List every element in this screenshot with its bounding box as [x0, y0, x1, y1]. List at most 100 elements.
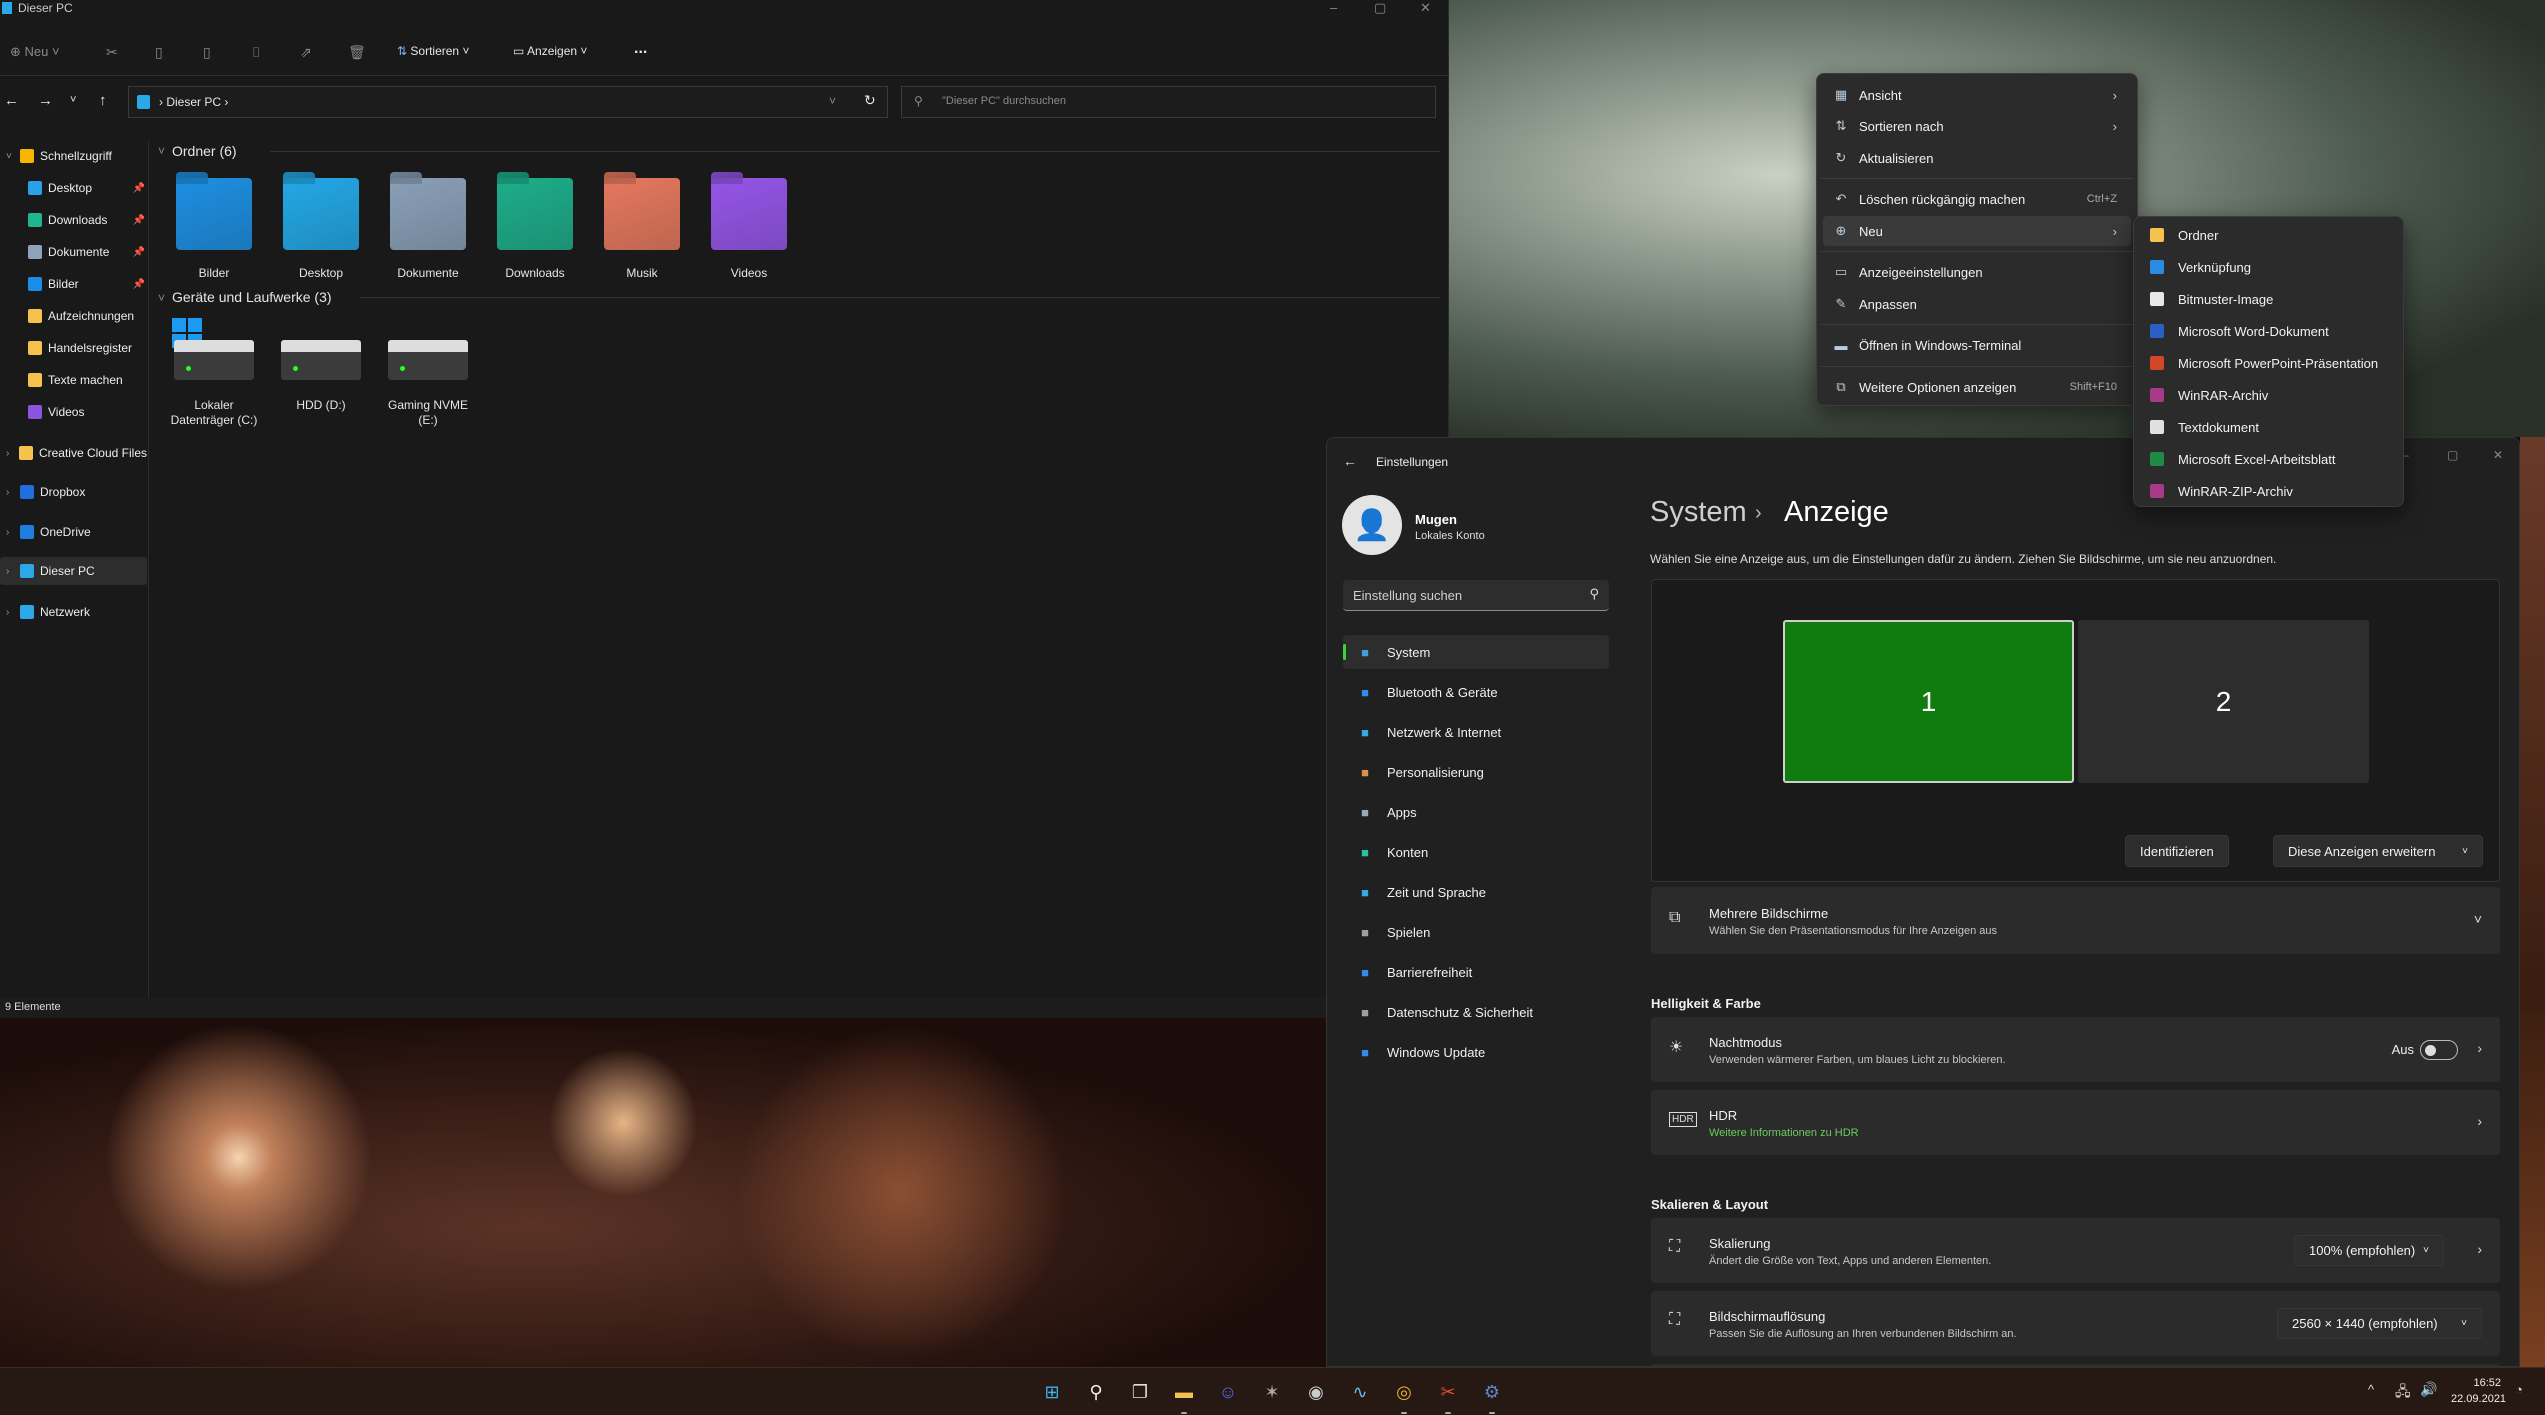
avatar[interactable]: 👤: [1342, 495, 1402, 555]
delete-icon[interactable]: 🗑: [348, 44, 366, 61]
sidebar-item[interactable]: › Creative Cloud Files: [0, 439, 147, 467]
chevron-right-icon[interactable]: ›: [6, 448, 19, 459]
monitor-tile[interactable]: 2: [2078, 620, 2369, 783]
maximize-button[interactable]: ▢: [1374, 0, 1386, 16]
clock-date[interactable]: 22.09.2021: [2451, 1393, 2506, 1405]
sidebar-item[interactable]: › Dropbox: [0, 478, 147, 506]
submenu-item[interactable]: Microsoft Excel-Arbeitsblatt: [2140, 444, 2397, 474]
submenu-item[interactable]: Ordner: [2140, 220, 2397, 250]
pin-icon[interactable]: 📌: [133, 247, 145, 258]
breadcrumb-item[interactable]: Dieser PC: [166, 95, 221, 109]
folder-item[interactable]: Desktop: [276, 178, 366, 280]
submenu-item[interactable]: WinRAR-ZIP-Archiv: [2140, 476, 2397, 506]
chevron-right-icon[interactable]: ›: [2477, 1241, 2482, 1257]
collapse-icon[interactable]: ˅: [158, 144, 165, 158]
resource-monitor-icon[interactable]: ∿: [1344, 1376, 1376, 1408]
submenu-item[interactable]: Microsoft PowerPoint-Präsentation: [2140, 348, 2397, 378]
breadcrumb[interactable]: › Dieser PC ›: [159, 95, 228, 109]
search-icon[interactable]: ⚲: [1080, 1376, 1112, 1408]
sidebar-item[interactable]: Texte machen: [0, 366, 147, 394]
notifications-icon[interactable]: ◔: [2515, 1382, 2523, 1397]
menu-item[interactable]: ↶ Löschen rückgängig machen Ctrl+Z: [1823, 184, 2131, 214]
show-hidden-icons-button[interactable]: ^: [2368, 1382, 2374, 1397]
sidebar-item[interactable]: Bilder 📌: [0, 270, 147, 298]
start-icon[interactable]: ⊞: [1036, 1376, 1068, 1408]
drive-item[interactable]: Lokaler Datenträger (C:): [169, 340, 259, 428]
nav-item[interactable]: ■ System: [1343, 635, 1609, 669]
cut-icon[interactable]: ✂: [106, 44, 118, 61]
resolution-card[interactable]: ⛶ Bildschirmauflösung Passen Sie die Auf…: [1651, 1291, 2500, 1356]
submenu-item[interactable]: Bitmuster-Image: [2140, 284, 2397, 314]
share-icon[interactable]: ⇗: [300, 44, 312, 61]
drives-header[interactable]: Geräte und Laufwerke (3): [172, 289, 332, 305]
more-options-button[interactable]: ...: [634, 40, 647, 58]
identify-button[interactable]: Identifizieren: [2125, 835, 2229, 867]
hdr-info-link[interactable]: Weitere Informationen zu HDR: [1709, 1127, 1859, 1139]
sidebar-item[interactable]: Handelsregister: [0, 334, 147, 362]
sort-button[interactable]: ⇅ Sortieren ˅: [397, 44, 469, 58]
menu-item[interactable]: ⇅ Sortieren nach ›: [1823, 111, 2131, 141]
sidebar-item[interactable]: › Dieser PC: [0, 557, 147, 585]
discord-icon[interactable]: ☺: [1212, 1376, 1244, 1408]
sidebar-item[interactable]: Aufzeichnungen: [0, 302, 147, 330]
clock-time[interactable]: 16:52: [2451, 1377, 2501, 1389]
task-view-icon[interactable]: ❐: [1124, 1376, 1156, 1408]
pin-icon[interactable]: 📌: [133, 279, 145, 290]
nav-item[interactable]: ■ Konten: [1343, 835, 1609, 869]
menu-item[interactable]: ▦ Ansicht ›: [1823, 80, 2131, 110]
network-icon[interactable]: 🖧: [2395, 1381, 2411, 1405]
sidebar-item[interactable]: › Netzwerk: [0, 598, 147, 626]
address-bar[interactable]: › Dieser PC › ˅ ↻: [128, 86, 888, 118]
breadcrumb-parent[interactable]: System: [1650, 496, 1747, 529]
chevron-right-icon[interactable]: ›: [6, 607, 20, 618]
refresh-icon[interactable]: ↻: [864, 92, 876, 109]
chevron-down-icon[interactable]: ˅: [6, 151, 20, 162]
nav-item[interactable]: ■ Apps: [1343, 795, 1609, 829]
menu-item[interactable]: ▬ Öffnen in Windows-Terminal: [1823, 330, 2131, 360]
search-icon[interactable]: ⚲: [1589, 586, 1599, 602]
scale-dropdown[interactable]: 100% (empfohlen) ˅: [2294, 1235, 2444, 1266]
settings-search-input[interactable]: Einstellung suchen ⚲: [1343, 580, 1609, 611]
sidebar-item[interactable]: ˅ Schnellzugriff: [0, 142, 147, 170]
sidebar-item[interactable]: Videos: [0, 398, 147, 426]
maximize-button[interactable]: ▢: [2447, 448, 2458, 462]
chevron-down-icon[interactable]: ˅: [2474, 911, 2482, 927]
chevron-right-icon[interactable]: ›: [6, 487, 20, 498]
nav-item[interactable]: ■ Spielen: [1343, 915, 1609, 949]
snipping-tool-icon[interactable]: ✂: [1432, 1376, 1464, 1414]
pin-icon[interactable]: 📌: [133, 183, 145, 194]
menu-item[interactable]: ▭ Anzeigeeinstellungen: [1823, 257, 2131, 287]
night-light-toggle[interactable]: [2420, 1040, 2458, 1060]
submenu-item[interactable]: WinRAR-Archiv: [2140, 380, 2397, 410]
nav-item[interactable]: ■ Datenschutz & Sicherheit: [1343, 995, 1609, 1029]
drive-item[interactable]: Gaming NVME (E:): [383, 340, 473, 428]
chevron-right-icon[interactable]: ›: [2477, 1040, 2482, 1056]
submenu-item[interactable]: Microsoft Word-Dokument: [2140, 316, 2397, 346]
forward-button[interactable]: →: [38, 92, 53, 109]
close-button[interactable]: ✕: [1420, 0, 1431, 16]
collapse-icon[interactable]: ˅: [158, 291, 165, 305]
resolution-dropdown[interactable]: 2560 × 1440 (empfohlen) ˅: [2277, 1308, 2482, 1339]
nav-item[interactable]: ■ Windows Update: [1343, 1035, 1609, 1069]
chevron-right-icon[interactable]: ›: [6, 527, 20, 538]
submenu-item[interactable]: Verknüpfung: [2140, 252, 2397, 282]
search-box[interactable]: ⚲ "Dieser PC" durchsuchen: [901, 86, 1436, 118]
file-explorer-icon[interactable]: ▬: [1168, 1376, 1200, 1414]
address-dropdown-icon[interactable]: ˅: [829, 94, 836, 108]
menu-item[interactable]: ↻ Aktualisieren: [1823, 143, 2131, 173]
folders-header[interactable]: Ordner (6): [172, 143, 237, 159]
chrome-icon[interactable]: ◎: [1388, 1376, 1420, 1414]
pin-icon[interactable]: 📌: [133, 215, 145, 226]
night-light-card[interactable]: ☀ Nachtmodus Verwenden wärmerer Farben, …: [1651, 1017, 2500, 1082]
folder-item[interactable]: Musik: [597, 178, 687, 280]
chevron-right-icon[interactable]: ›: [6, 566, 20, 577]
recent-locations-button[interactable]: ˅: [70, 94, 76, 106]
hdr-card[interactable]: HDR HDR Weitere Informationen zu HDR ›: [1651, 1090, 2500, 1155]
back-button[interactable]: ←: [1343, 453, 1357, 469]
multiple-displays-card[interactable]: ⧉ Mehrere Bildschirme Wählen Sie den Prä…: [1651, 887, 2500, 954]
minimize-button[interactable]: –: [1330, 0, 1337, 15]
desktop-wallpaper-bottom[interactable]: [0, 1018, 1326, 1367]
close-button[interactable]: ✕: [2493, 448, 2503, 462]
copy-icon[interactable]: ▯: [155, 44, 163, 61]
folder-item[interactable]: Dokumente: [383, 178, 473, 280]
